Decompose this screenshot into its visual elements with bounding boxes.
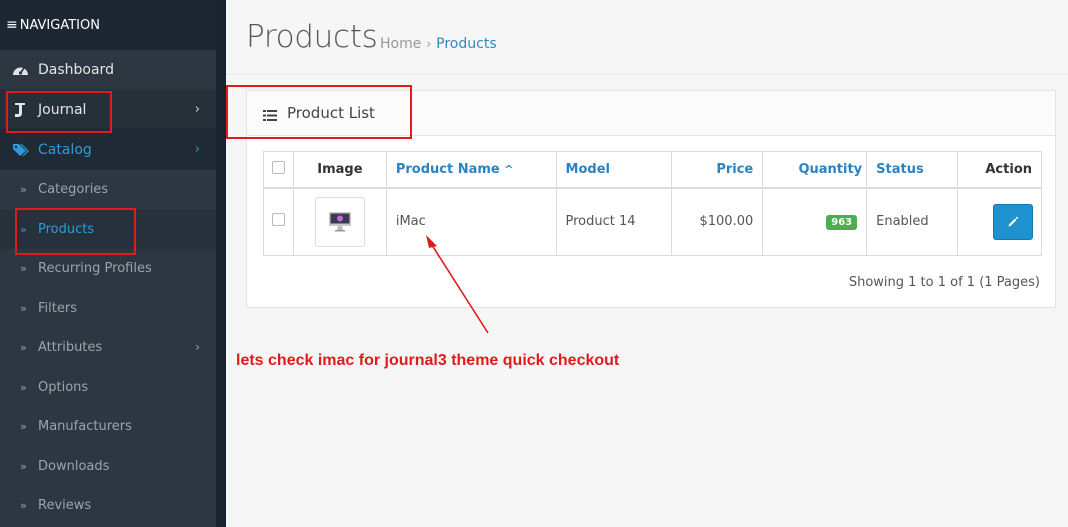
row-select-cell	[263, 187, 294, 256]
column-label: Product Name	[395, 161, 500, 177]
sort-asc-icon: ^	[504, 162, 514, 176]
select-all-checkbox[interactable]	[271, 160, 285, 174]
subitem-label: Downloads	[38, 458, 110, 474]
sidebar-subitem-reviews[interactable]: » Reviews	[0, 486, 216, 526]
sidebar-subitem-manufacturers[interactable]: » Manufacturers	[0, 407, 216, 447]
table-header-row: Image Product Name ^ Model Price Quantit…	[263, 151, 1042, 188]
product-list-panel: Product List Image Product Name ^ Model …	[246, 90, 1056, 308]
chevron-down-icon: ›	[194, 142, 200, 157]
table-row: iMac Product 14 $100.00 963 Enabled	[263, 187, 1042, 256]
column-price[interactable]: Price	[671, 151, 764, 188]
subitem-label: Reviews	[38, 498, 92, 514]
subitem-label: Manufacturers	[38, 419, 132, 435]
action-cell	[957, 187, 1042, 256]
sidebar-item-label: Dashboard	[38, 61, 114, 78]
select-all-cell	[263, 151, 294, 188]
breadcrumb-products[interactable]: Products	[436, 36, 496, 52]
quantity-cell: 963	[762, 187, 868, 256]
sidebar-subitem-attributes[interactable]: » Attributes ›	[0, 328, 216, 368]
breadcrumb: Home › Products	[380, 36, 497, 52]
sidebar-item-label: Catalog	[38, 142, 92, 158]
double-chevron-icon: »	[20, 380, 27, 394]
product-price: $100.00	[671, 187, 764, 256]
product-status: Enabled	[866, 187, 959, 256]
chevron-right-icon: ›	[194, 102, 200, 117]
pagination-text: Showing 1 to 1 of 1 (1 Pages)	[848, 275, 1040, 290]
sidebar-subitem-downloads[interactable]: » Downloads	[0, 446, 216, 486]
nav-header-label: NAVIGATION	[19, 17, 100, 33]
subitem-label: Categories	[38, 182, 109, 198]
dashboard-icon	[11, 63, 29, 76]
menu-icon[interactable]: ≡	[6, 17, 18, 33]
page-title: Products	[246, 19, 378, 55]
journal-icon	[11, 102, 29, 118]
sidebar-subitem-options[interactable]: » Options	[0, 367, 216, 407]
sidebar-subitem-filters[interactable]: » Filters	[0, 288, 216, 328]
sidebar-item-dashboard[interactable]: Dashboard	[0, 50, 216, 90]
annotation-text: lets check imac for journal3 theme quick…	[236, 352, 620, 369]
double-chevron-icon: »	[20, 499, 27, 513]
sidebar-item-journal[interactable]: Journal ›	[0, 90, 216, 130]
sidebar-subitem-products[interactable]: » Products	[0, 209, 216, 249]
double-chevron-icon: »	[20, 341, 27, 355]
subitem-label: Options	[38, 379, 89, 395]
double-chevron-icon: »	[20, 459, 27, 473]
panel-title: Product List	[287, 104, 375, 122]
double-chevron-icon: »	[20, 262, 27, 276]
double-chevron-icon: »	[20, 301, 27, 315]
subitem-label: Products	[38, 221, 95, 237]
main-content: Products Home › Products Product List Imag…	[226, 0, 1068, 527]
sidebar-subitem-recurring-profiles[interactable]: » Recurring Profiles	[0, 249, 216, 289]
column-action: Action	[957, 151, 1042, 188]
column-quantity[interactable]: Quantity	[762, 151, 868, 188]
column-model[interactable]: Model	[555, 151, 673, 188]
sidebar-item-catalog[interactable]: Catalog ›	[0, 130, 216, 170]
column-status[interactable]: Status	[866, 151, 959, 188]
column-image: Image	[292, 151, 387, 188]
nav-header[interactable]: ≡ NAVIGATION	[0, 0, 216, 50]
breadcrumb-home[interactable]: Home	[380, 36, 421, 52]
chevron-right-icon: ›	[195, 340, 200, 354]
tag-icon	[11, 143, 29, 157]
product-thumbnail	[314, 196, 365, 247]
sidebar-subitem-categories[interactable]: » Categories	[0, 170, 216, 210]
double-chevron-icon: »	[20, 222, 27, 236]
sidebar: ≡ NAVIGATION Dashboard Journal › Catalog…	[0, 0, 216, 527]
sidebar-item-label: Journal	[38, 101, 87, 118]
list-icon	[263, 106, 277, 125]
product-table: Image Product Name ^ Model Price Quantit…	[263, 151, 1042, 256]
subitem-label: Filters	[38, 300, 77, 316]
panel-heading: Product List	[247, 91, 1055, 136]
product-name: iMac	[385, 187, 557, 256]
page-header: Products Home › Products	[226, 0, 1068, 75]
column-product-name[interactable]: Product Name ^	[385, 151, 557, 188]
row-checkbox[interactable]	[271, 213, 285, 227]
quantity-badge: 963	[826, 215, 858, 231]
breadcrumb-separator: ›	[426, 37, 432, 51]
double-chevron-icon: »	[20, 183, 27, 197]
edit-button[interactable]	[993, 203, 1033, 240]
subitem-label: Attributes	[38, 340, 103, 356]
pencil-icon	[1008, 216, 1019, 227]
sidebar-edge	[216, 0, 226, 527]
subitem-label: Recurring Profiles	[38, 261, 152, 277]
double-chevron-icon: »	[20, 420, 27, 434]
product-model: Product 14	[555, 187, 673, 256]
product-image-cell	[292, 187, 387, 256]
